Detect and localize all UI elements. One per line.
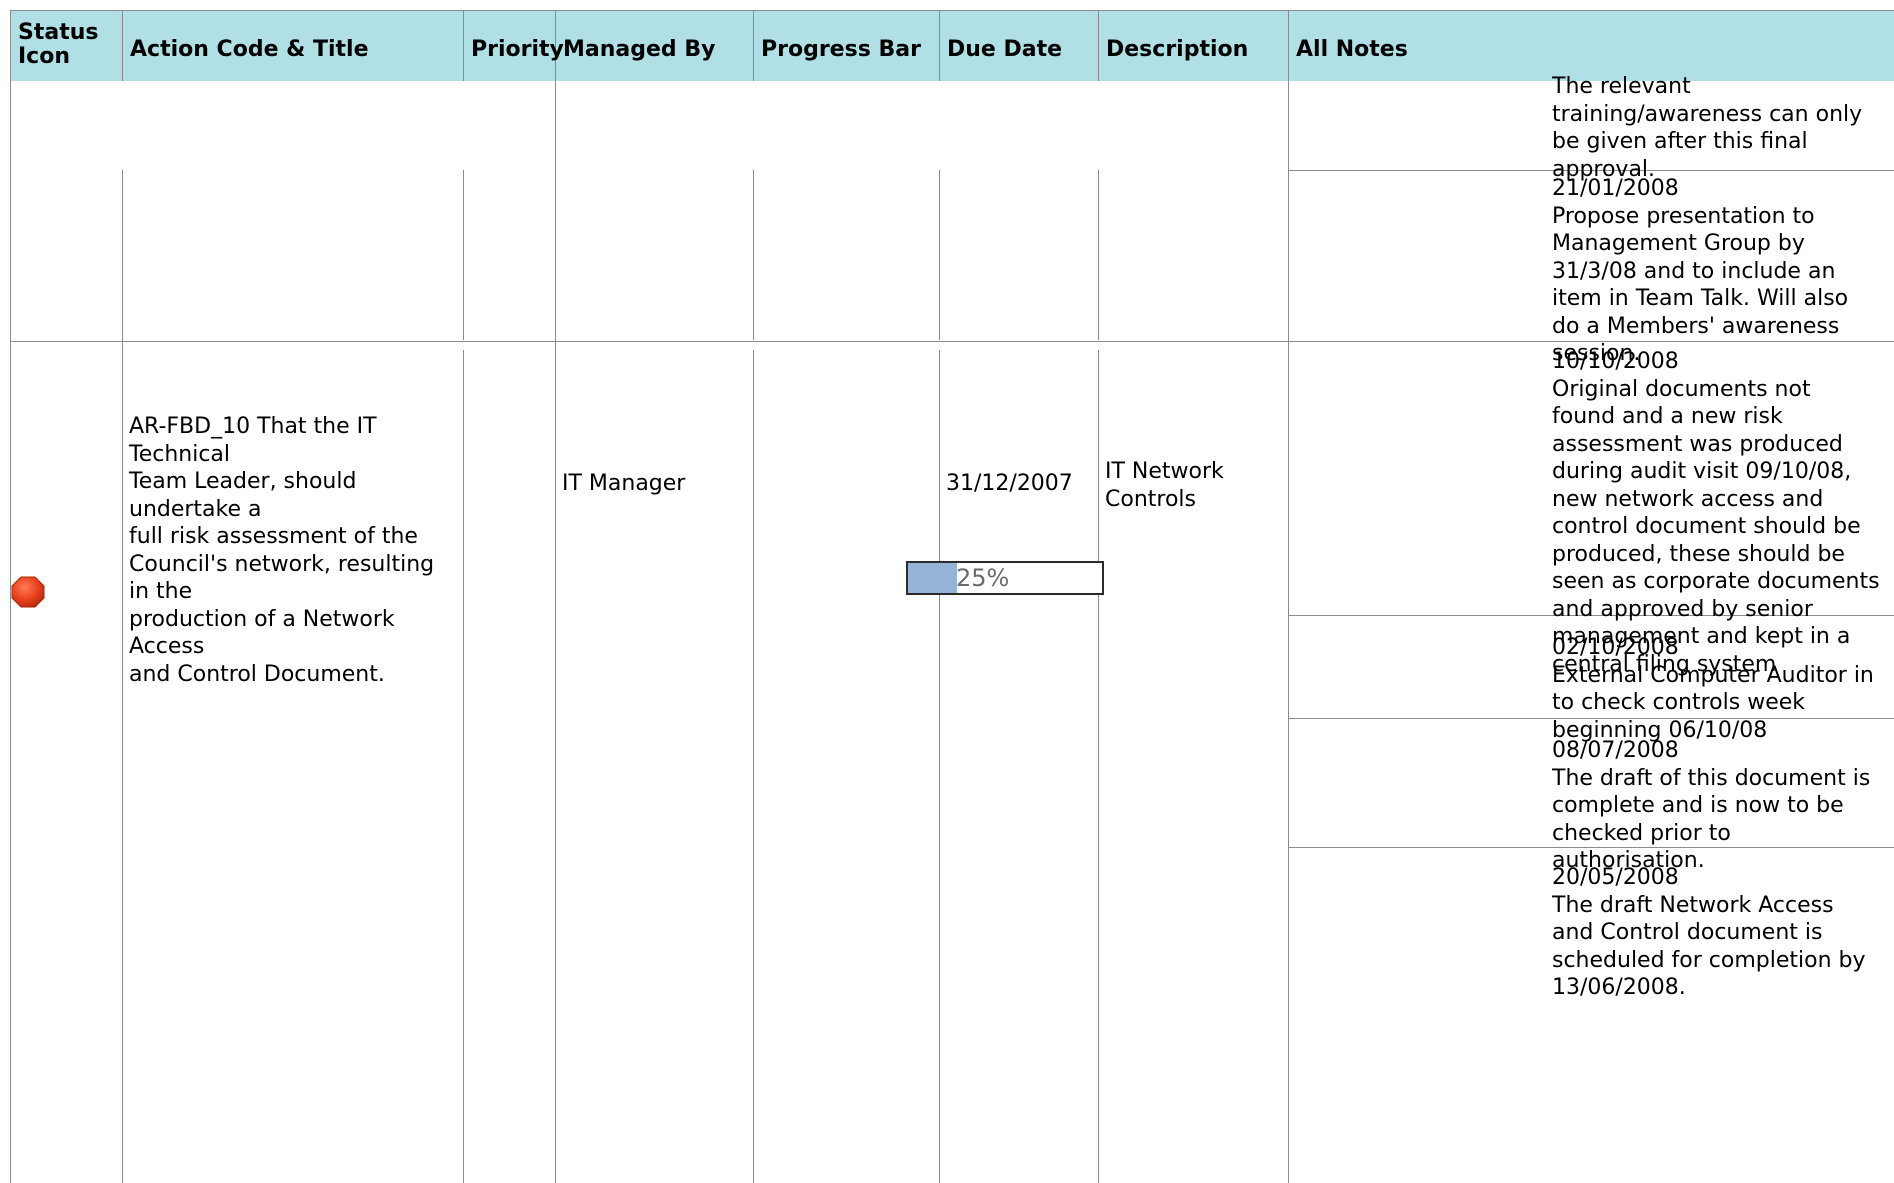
header-description: Description [1099,11,1289,81]
note-entry: 21/01/2008 Propose presentation to Manag… [1552,176,1849,366]
grid-line [555,72,556,1183]
header-all-notes: All Notes [1296,37,1408,62]
table-header-row: Status Icon Action Code & Title Priority… [10,10,1894,81]
grid-line [10,80,11,1183]
managed-by-value: IT Manager [562,471,686,496]
progress-bar-fill [908,563,957,593]
grid-line [753,350,754,870]
red-octagon-status-icon [11,576,45,608]
note-entry: 02/10/2008 External Computer Auditor in … [1552,635,1874,743]
grid-line [939,170,940,340]
grid-line [1098,858,1099,1183]
description-value: IT Network Controls [1105,459,1224,512]
grid-line [122,170,123,1183]
grid-line [463,170,464,340]
progress-bar-label: 25% [956,564,1010,592]
note-entry: The relevant training/awareness can only… [1552,74,1863,182]
note-entry: 10/10/2008 Original documents not found … [1552,349,1880,677]
note-entry: 20/05/2008 The draft Network Access and … [1552,865,1866,1000]
grid-line [463,350,464,1183]
header-status-icon: Status Icon [11,11,123,81]
grid-line [939,350,940,860]
grid-line [753,858,754,1183]
header-action-code-title: Action Code & Title [123,11,464,81]
grid-line [1288,72,1289,1183]
progress-bar: 25% [906,561,1104,595]
grid-line [939,858,940,1183]
grid-line [1098,350,1099,860]
header-progress-bar: Progress Bar [754,11,940,81]
grid-line [753,170,754,340]
grid-line [1098,170,1099,340]
header-due-date: Due Date [940,11,1099,81]
header-managed-by: Managed By [556,11,754,81]
action-code-title: AR-FBD_10 That the IT Technical Team Lea… [129,414,435,687]
due-date-value: 31/12/2007 [946,471,1073,496]
header-priority: Priority [464,11,564,81]
note-entry: 08/07/2008 The draft of this document is… [1552,738,1871,873]
